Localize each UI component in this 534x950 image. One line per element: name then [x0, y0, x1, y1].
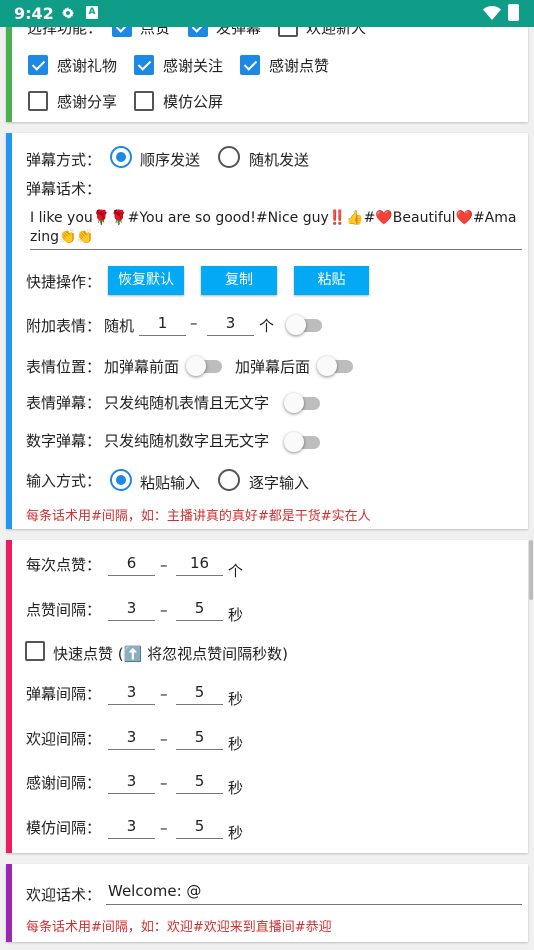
checkbox-thanks-share[interactable] — [28, 91, 48, 111]
welcome-script-card: 欢迎话术： Welcome: @ 每条话术用#间隔，如：欢迎#欢迎来到直播间#恭… — [6, 864, 528, 942]
like-interval-label: 点赞间隔： — [26, 601, 102, 619]
range-dash: – — [160, 730, 168, 748]
checkbox-thanks-follow-label: 感谢关注 — [163, 57, 224, 75]
welcome-interval-max-input[interactable]: 5 — [176, 727, 223, 750]
extra-emoji-random: 随机 — [104, 317, 135, 335]
status-time: 9:42 — [14, 4, 54, 23]
radio-char-input[interactable] — [218, 469, 240, 491]
like-count-max-input[interactable]: 16 — [176, 553, 223, 576]
checkbox-imitate-screen-label: 模仿公屏 — [163, 93, 224, 111]
danmu-interval-min-input[interactable]: 3 — [108, 682, 155, 705]
card-accent-bar — [6, 540, 12, 853]
checkbox-thanks-like[interactable] — [240, 55, 260, 75]
radio-sequential-label: 顺序发送 — [140, 151, 201, 169]
welcome-script-input[interactable]: Welcome: @ — [106, 882, 522, 905]
checkbox-fast-like[interactable] — [25, 641, 45, 661]
thanks-interval-min-input[interactable]: 3 — [108, 771, 155, 794]
radio-random-label: 随机发送 — [249, 151, 310, 169]
danmu-interval-max-input[interactable]: 5 — [176, 682, 223, 705]
emoji-back-toggle[interactable] — [317, 355, 355, 376]
radio-char-input-label: 逐字输入 — [249, 474, 310, 492]
range-dash: – — [190, 314, 198, 332]
checkbox-thanks-follow[interactable] — [134, 55, 154, 75]
emoji-position-label: 表情位置： — [26, 358, 102, 376]
danmu-script-label: 弹幕话术： — [26, 180, 102, 198]
like-interval-min-input[interactable]: 3 — [108, 598, 155, 621]
paste-button[interactable]: 粘贴 — [294, 266, 369, 295]
interval-settings-card: 每次点赞： 6 – 16 个 点赞间隔： 3 – 5 秒 快速点赞 (⬆️ 将忽… — [6, 540, 528, 853]
emoji-min-input[interactable]: 1 — [139, 313, 186, 336]
wifi-icon — [483, 6, 501, 20]
range-dash: – — [160, 601, 168, 619]
checkbox-thanks-gift[interactable] — [28, 55, 48, 75]
range-dash: – — [160, 556, 168, 574]
welcome-script-value: Welcome: @ — [108, 882, 202, 900]
welcome-interval-unit: 秒 — [228, 735, 244, 753]
like-interval-unit: 秒 — [228, 606, 244, 624]
radio-random[interactable] — [218, 146, 240, 168]
checkbox-thanks-like-label: 感谢点赞 — [269, 57, 330, 75]
imitate-interval-label: 模仿间隔： — [26, 819, 102, 837]
imitate-interval-min-input[interactable]: 3 — [108, 816, 155, 839]
restore-default-button[interactable]: 恢复默认 — [108, 266, 184, 295]
emoji-back-label: 加弹幕后面 — [235, 358, 311, 376]
status-bar: 9:42 A — [0, 0, 534, 27]
radio-paste-input-label: 粘贴输入 — [140, 474, 201, 492]
emoji-unit: 个 — [259, 317, 275, 335]
imitate-interval-max-input[interactable]: 5 — [176, 816, 223, 839]
emoji-danmu-toggle[interactable] — [284, 392, 322, 413]
extra-emoji-toggle[interactable] — [286, 314, 324, 335]
like-count-label: 每次点赞： — [26, 556, 102, 574]
battery-charging-icon — [508, 4, 519, 21]
welcome-script-label: 欢迎话术： — [26, 886, 102, 904]
range-dash: – — [160, 819, 168, 837]
emoji-max-input[interactable]: 3 — [207, 313, 254, 336]
digit-danmu-label: 数字弹幕： — [26, 432, 102, 450]
card-accent-bar — [6, 864, 12, 942]
danmu-interval-unit: 秒 — [228, 690, 244, 708]
digit-danmu-text: 只发纯随机数字且无文字 — [104, 432, 270, 450]
danmu-mode-label: 弹幕方式： — [26, 151, 102, 169]
danmu-interval-label: 弹幕间隔： — [26, 685, 102, 703]
like-count-min-input[interactable]: 6 — [108, 553, 155, 576]
emoji-danmu-label: 表情弹幕： — [26, 394, 102, 412]
extra-emoji-label: 附加表情： — [26, 317, 102, 335]
checkbox-fast-like-label: 快速点赞 (⬆️ 将忽视点赞间隔秒数) — [53, 645, 288, 663]
thanks-interval-max-input[interactable]: 5 — [176, 771, 223, 794]
thanks-interval-unit: 秒 — [228, 779, 244, 797]
thanks-interval-label: 感谢间隔： — [26, 774, 102, 792]
welcome-hint-text: 每条话术用#间隔，如：欢迎#欢迎来到直播间#恭迎 — [26, 920, 332, 935]
danmu-script-input[interactable]: I like you🌹🌹#You are so good!#Nice guy‼️… — [30, 209, 522, 250]
welcome-interval-min-input[interactable]: 3 — [108, 727, 155, 750]
quick-actions-label: 快捷操作： — [26, 273, 102, 291]
checkbox-imitate-screen[interactable] — [134, 91, 154, 111]
emoji-front-label: 加弹幕前面 — [104, 358, 180, 376]
card-accent-bar — [6, 133, 12, 529]
settings-gear-icon — [62, 7, 74, 19]
copy-button[interactable]: 复制 — [201, 266, 277, 295]
checkbox-thanks-share-label: 感谢分享 — [57, 93, 118, 111]
emoji-danmu-text: 只发纯随机表情且无文字 — [104, 394, 270, 412]
range-dash: – — [160, 774, 168, 792]
like-count-unit: 个 — [228, 562, 244, 580]
range-dash: – — [160, 685, 168, 703]
danmu-hint-text: 每条话术用#间隔，如：主播讲真的真好#都是干货#实在人 — [26, 509, 371, 524]
a-notification-icon: A — [86, 6, 98, 19]
danmu-settings-card: 弹幕方式： 顺序发送 随机发送 弹幕话术： I like you🌹🌹#You a… — [6, 133, 528, 529]
emoji-front-toggle[interactable] — [186, 355, 224, 376]
input-mode-label: 输入方式： — [26, 472, 102, 490]
digit-danmu-toggle[interactable] — [284, 431, 322, 452]
radio-paste-input[interactable] — [110, 469, 132, 491]
imitate-interval-unit: 秒 — [228, 824, 244, 842]
scrollbar[interactable] — [529, 540, 533, 600]
checkbox-thanks-gift-label: 感谢礼物 — [57, 57, 118, 75]
danmu-script-text: I like you🌹🌹#You are so good!#Nice guy‼️… — [30, 210, 517, 245]
radio-sequential[interactable] — [110, 146, 132, 168]
welcome-interval-label: 欢迎间隔： — [26, 730, 102, 748]
like-interval-max-input[interactable]: 5 — [176, 598, 223, 621]
